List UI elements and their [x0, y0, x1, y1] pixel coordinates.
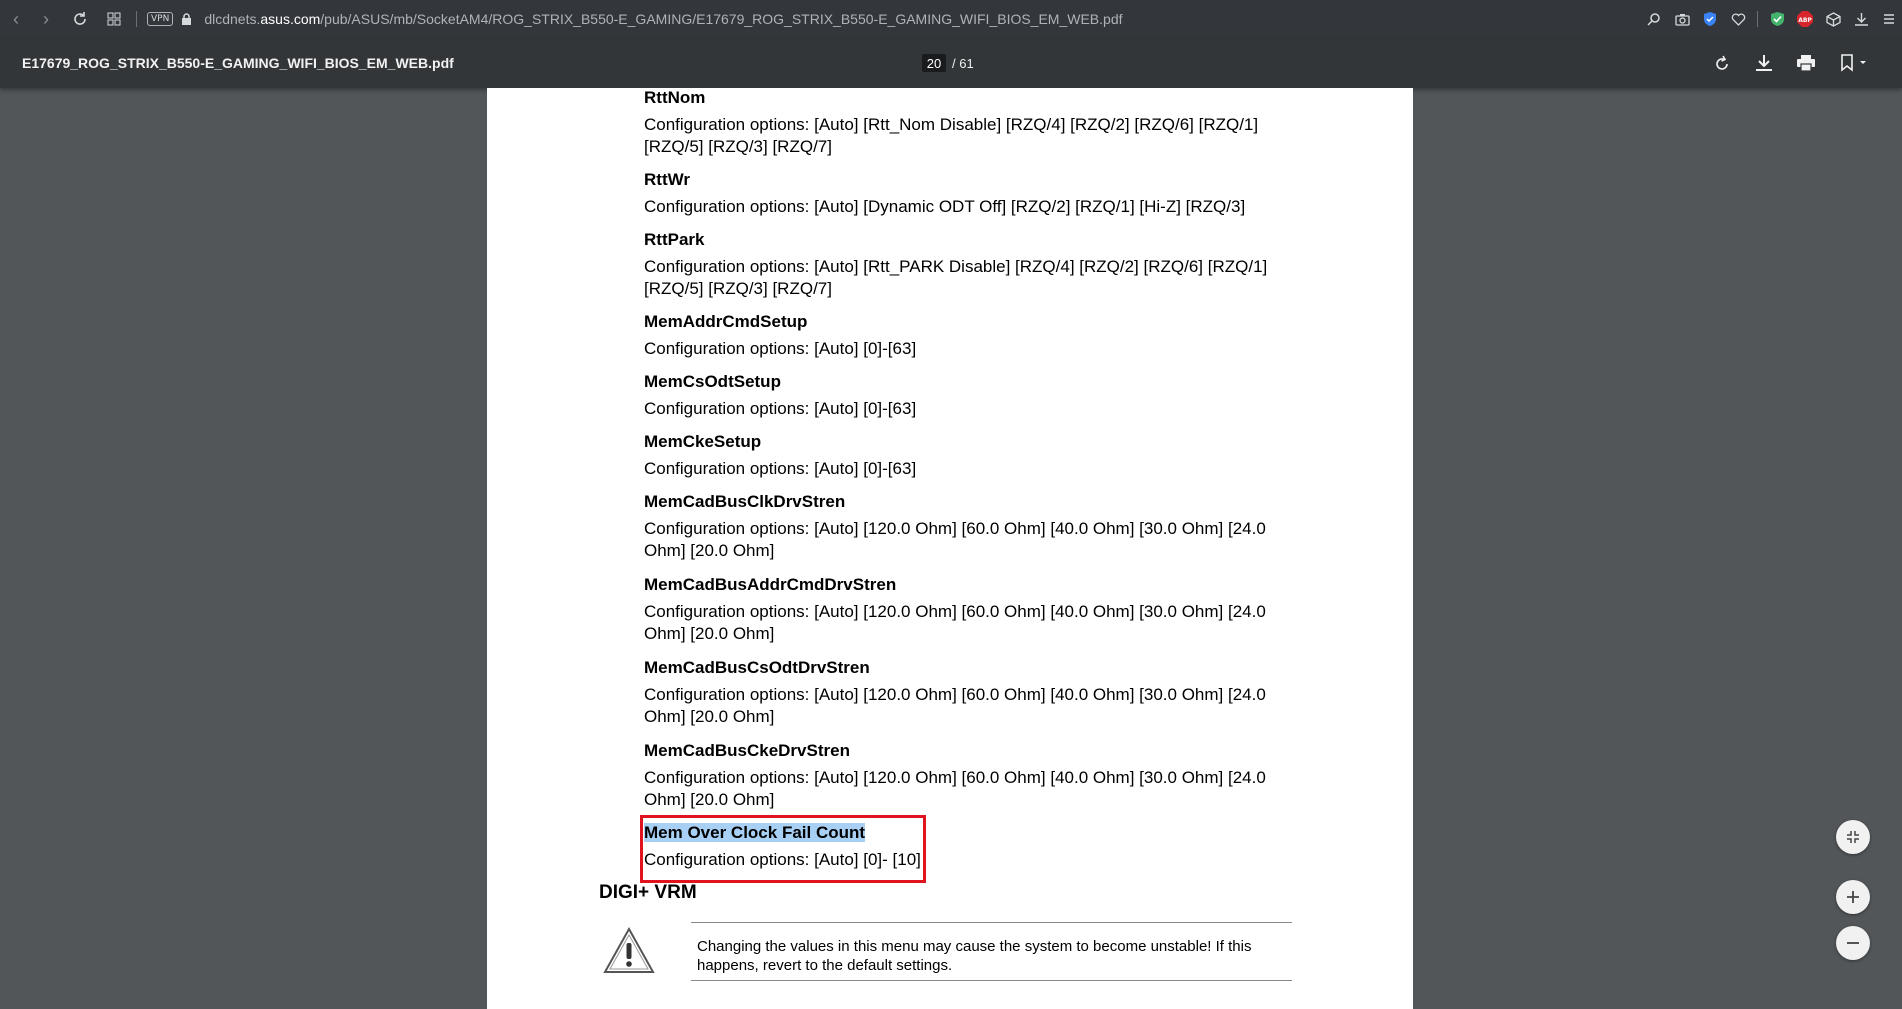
setting-item: MemCsOdtSetup Configuration options: [Au…	[644, 372, 1284, 420]
extension-icons: ABP	[1645, 0, 1902, 38]
browser-toolbar: ‹ › VPN dlcdnets.asus.com/pub/ASUS/mb/So…	[0, 0, 1902, 38]
adguard-icon[interactable]	[1768, 10, 1786, 28]
red-highlight-box	[640, 815, 926, 883]
fit-page-icon	[1847, 831, 1859, 843]
setting-description: Configuration options: [Auto] [120.0 Ohm…	[644, 685, 1266, 726]
setting-description: Configuration options: [Auto] [120.0 Ohm…	[644, 768, 1266, 809]
rotate-icon[interactable]	[1710, 51, 1734, 75]
setting-title: MemCadBusAddrCmdDrvStren	[644, 575, 897, 594]
pdf-toolbar: E17679_ROG_STRIX_B550-E_GAMING_WIFI_BIOS…	[0, 38, 1902, 88]
url-domain: asus.com	[260, 11, 321, 27]
divider	[136, 11, 137, 27]
shield-icon[interactable]	[1701, 10, 1719, 28]
cube-icon[interactable]	[1824, 10, 1842, 28]
setting-description: Configuration options: [Auto] [120.0 Ohm…	[644, 602, 1266, 643]
plus-icon	[1847, 891, 1859, 903]
setting-description: Configuration options: [Auto] [Rtt_Nom D…	[644, 115, 1259, 156]
lock-icon[interactable]	[181, 12, 192, 26]
back-icon[interactable]: ‹	[4, 7, 28, 31]
pdf-page: RttNom Configuration options: [Auto] [Rt…	[487, 88, 1413, 1009]
zoom-in-button[interactable]	[1836, 880, 1870, 914]
setting-title: MemAddrCmdSetup	[644, 312, 808, 331]
page-number-input[interactable]	[922, 54, 946, 72]
downloads-icon[interactable]	[1852, 10, 1870, 28]
setting-title: RttNom	[644, 88, 706, 107]
setting-item: RttNom Configuration options: [Auto] [Rt…	[644, 88, 1284, 158]
vpn-badge[interactable]: VPN	[147, 12, 174, 26]
setting-title: MemCadBusClkDrvStren	[644, 492, 846, 511]
setting-description: Configuration options: [Auto] [0]-[63]	[644, 339, 917, 358]
setting-title: MemCsOdtSetup	[644, 372, 781, 391]
reload-icon[interactable]	[68, 7, 92, 31]
heart-icon[interactable]	[1729, 10, 1747, 28]
setting-item: MemAddrCmdSetup Configuration options: […	[644, 312, 1284, 360]
adblock-plus-icon[interactable]: ABP	[1796, 10, 1814, 28]
fit-page-button[interactable]	[1836, 820, 1870, 854]
pdf-toolbar-actions	[1710, 51, 1872, 75]
warning-note: Changing the values in this menu may cau…	[599, 922, 1299, 987]
setting-description: Configuration options: [Auto] [Rtt_PARK …	[644, 257, 1268, 298]
section-title: DIGI+ VRM	[599, 882, 697, 903]
divider	[1757, 11, 1758, 27]
warning-top-rule	[691, 922, 1292, 923]
page-selector: / 61	[922, 54, 974, 72]
forward-icon[interactable]: ›	[34, 7, 58, 31]
setting-item: MemCadBusAddrCmdDrvStren Configuration o…	[644, 575, 1284, 645]
address-bar[interactable]: dlcdnets.asus.com/pub/ASUS/mb/SocketAM4/…	[204, 11, 1122, 27]
abp-label: ABP	[1798, 17, 1812, 24]
setting-item: MemCadBusClkDrvStren Configuration optio…	[644, 492, 1284, 562]
url-path: /pub/ASUS/mb/SocketAM4/ROG_STRIX_B550-E_…	[320, 11, 1123, 27]
print-icon[interactable]	[1794, 51, 1818, 75]
tabs-grid-icon[interactable]	[102, 7, 126, 31]
menu-icon[interactable]	[1880, 10, 1898, 28]
zoom-out-button[interactable]	[1836, 926, 1870, 960]
setting-description: Configuration options: [Auto] [0]-[63]	[644, 399, 917, 418]
warning-bottom-rule	[691, 980, 1292, 981]
search-page-icon[interactable]	[1645, 10, 1663, 28]
warning-text: Changing the values in this menu may cau…	[697, 938, 1252, 974]
setting-title: RttPark	[644, 230, 705, 249]
pdf-filename: E17679_ROG_STRIX_B550-E_GAMING_WIFI_BIOS…	[22, 55, 454, 71]
setting-item: MemCkeSetup Configuration options: [Auto…	[644, 432, 1284, 480]
camera-icon[interactable]	[1673, 10, 1691, 28]
download-icon[interactable]	[1752, 51, 1776, 75]
setting-item: RttWr Configuration options: [Auto] [Dyn…	[644, 170, 1284, 218]
setting-description: Configuration options: [Auto] [120.0 Ohm…	[644, 519, 1266, 560]
setting-title: MemCadBusCkeDrvStren	[644, 741, 850, 760]
setting-description: Configuration options: [Auto] [Dynamic O…	[644, 197, 1246, 216]
setting-title: MemCadBusCsOdtDrvStren	[644, 658, 870, 677]
setting-item: MemCadBusCsOdtDrvStren Configuration opt…	[644, 658, 1284, 728]
setting-title: RttWr	[644, 170, 690, 189]
setting-title: MemCkeSetup	[644, 432, 762, 451]
setting-item: RttPark Configuration options: [Auto] [R…	[644, 230, 1284, 300]
minus-icon	[1847, 942, 1859, 944]
page-total: / 61	[952, 55, 974, 71]
bookmark-icon[interactable]	[1836, 51, 1872, 75]
setting-description: Configuration options: [Auto] [0]-[63]	[644, 459, 917, 478]
warning-icon	[603, 926, 655, 981]
setting-item: MemCadBusCkeDrvStren Configuration optio…	[644, 741, 1284, 811]
